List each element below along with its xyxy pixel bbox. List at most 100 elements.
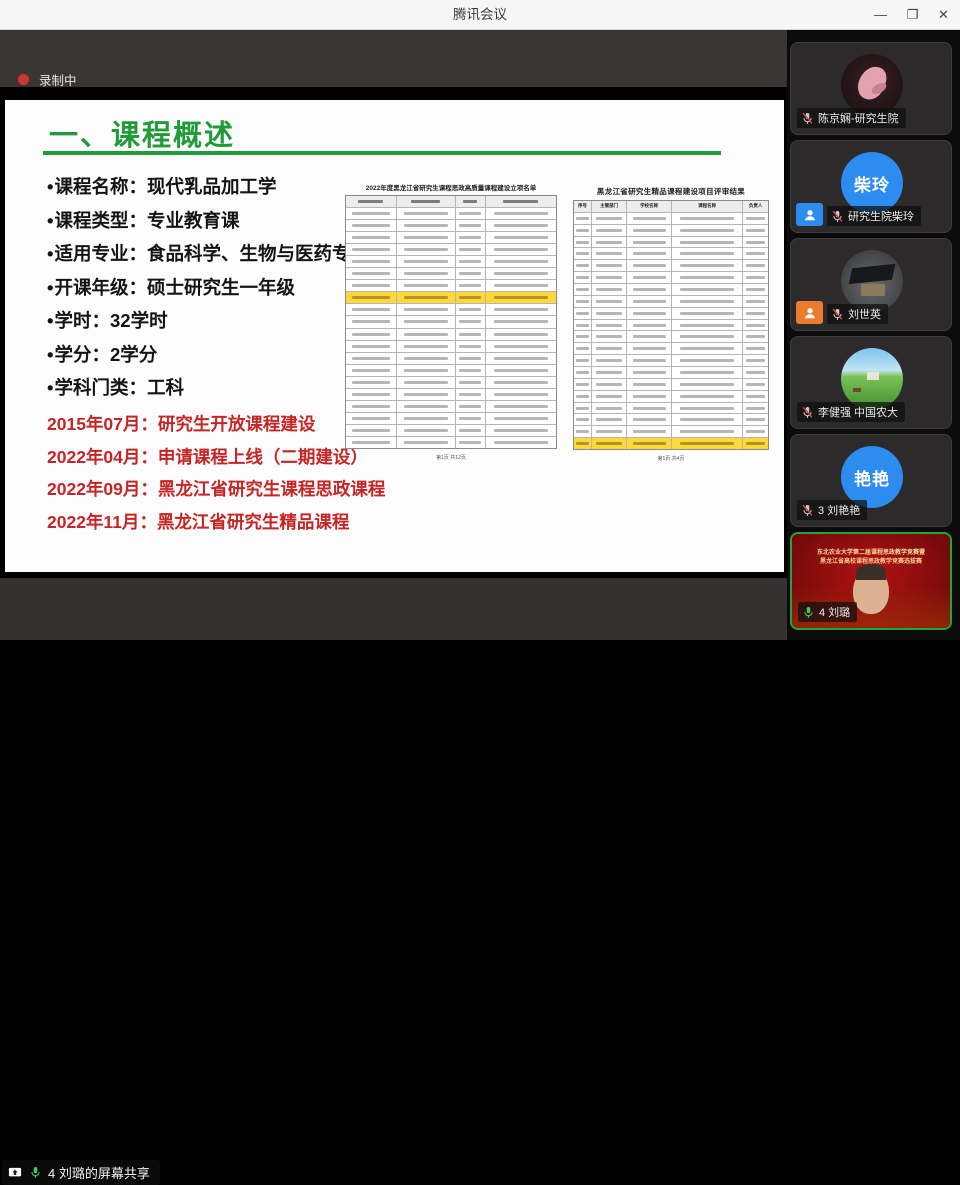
table-row — [346, 243, 556, 255]
table-cell — [485, 256, 556, 267]
table-cell — [396, 220, 455, 231]
table-cell — [626, 414, 671, 425]
document-table-grid — [345, 195, 557, 449]
document-table-grid: 序号主管部门学校名称课程名称负责人 — [573, 200, 769, 450]
table-cell — [574, 414, 591, 425]
table-cell — [574, 284, 591, 295]
table-cell — [626, 284, 671, 295]
table-cell — [346, 401, 396, 412]
participant-tile[interactable]: 艳艳 3 刘艳艳 — [790, 434, 952, 527]
table-cell — [574, 308, 591, 319]
table-row — [574, 390, 768, 402]
table-cell — [574, 296, 591, 307]
close-button[interactable]: ✕ — [928, 0, 959, 29]
table-cell — [671, 260, 742, 271]
heading-underline — [43, 151, 721, 155]
table-cell — [574, 213, 591, 224]
table-cell — [742, 367, 768, 378]
participant-tile[interactable]: 柴玲 研究生院柴玲 — [790, 140, 952, 233]
table-cell — [485, 329, 556, 340]
participant-tile-active-speaker[interactable]: 东北农业大学第二届课程思政教学竞赛暨 黑龙江省高校课程思政教学竞赛选拔赛 4 刘… — [790, 532, 952, 630]
table-cell — [671, 213, 742, 224]
participant-nametag: 李健强 中国农大 — [797, 402, 905, 422]
muted-mic-icon — [801, 406, 814, 419]
table-cell — [671, 331, 742, 342]
table-cell — [346, 425, 396, 436]
table-cell — [346, 316, 396, 327]
table-cell — [591, 296, 626, 307]
table-cell — [485, 304, 556, 315]
table-cell — [346, 341, 396, 352]
table-cell — [396, 425, 455, 436]
minimize-button[interactable]: — — [865, 0, 896, 29]
screen-share-banner[interactable]: 4 刘璐的屏幕共享 — [2, 1160, 160, 1185]
table-cell — [671, 391, 742, 402]
participant-name: 李健强 中国农大 — [818, 404, 898, 420]
muted-mic-icon — [831, 210, 844, 223]
table-cell — [626, 260, 671, 271]
table-cell — [591, 403, 626, 414]
table-header-cell — [396, 196, 455, 207]
active-mic-icon — [29, 1166, 42, 1179]
table-cell — [591, 213, 626, 224]
table-cell — [574, 367, 591, 378]
table-cell — [485, 413, 556, 424]
participant-tile[interactable]: 刘世英 — [790, 238, 952, 331]
table-cell — [455, 256, 485, 267]
recording-indicator[interactable]: 录制中 — [18, 70, 77, 89]
table-row — [346, 412, 556, 424]
table-cell — [671, 403, 742, 414]
table-cell — [626, 248, 671, 259]
avatar — [841, 348, 903, 410]
table-row — [346, 388, 556, 400]
table-row — [346, 328, 556, 340]
table-row — [574, 319, 768, 331]
table-row — [346, 352, 556, 364]
table-cell — [346, 389, 396, 400]
participant-nametag: 3 刘艳艳 — [797, 500, 867, 520]
table-cell — [574, 237, 591, 248]
table-cell — [455, 292, 485, 303]
table-cell — [396, 268, 455, 279]
participant-nametag: 刘世英 — [827, 304, 888, 324]
table-cell — [485, 341, 556, 352]
table-cell — [591, 284, 626, 295]
table-header-cell: 学校名称 — [626, 201, 671, 212]
table-cell — [671, 438, 742, 449]
table-header-cell — [455, 196, 485, 207]
table-row — [346, 196, 556, 207]
table-cell — [742, 284, 768, 295]
participant-tile[interactable]: 李健强 中国农大 — [790, 336, 952, 429]
table-cell — [574, 225, 591, 236]
table-cell — [626, 367, 671, 378]
table-cell — [455, 425, 485, 436]
table-cell — [455, 244, 485, 255]
window-title: 腾讯会议 — [0, 0, 960, 30]
table-cell — [626, 320, 671, 331]
maximize-button[interactable]: ❐ — [897, 0, 928, 29]
table-row — [574, 224, 768, 236]
table-cell — [455, 413, 485, 424]
table-cell — [396, 256, 455, 267]
document-page-footer: 第1页 共12页 — [345, 454, 557, 461]
screen-share-label: 4 刘璐的屏幕共享 — [48, 1163, 150, 1182]
table-cell — [485, 292, 556, 303]
table-cell — [455, 208, 485, 219]
table-cell — [671, 379, 742, 390]
table-cell — [485, 377, 556, 388]
table-cell — [591, 426, 626, 437]
table-cell — [626, 225, 671, 236]
table-cell — [396, 353, 455, 364]
table-cell — [591, 308, 626, 319]
participant-tile[interactable]: 陈京娴-研究生院 — [790, 42, 952, 135]
screen-share-icon — [7, 1166, 23, 1180]
participant-name: 陈京娴-研究生院 — [818, 110, 899, 126]
table-cell — [485, 232, 556, 243]
participant-nametag: 4 刘璐 — [798, 602, 857, 622]
table-row — [346, 315, 556, 327]
table-row — [346, 424, 556, 436]
milestone-item: 2022年04月申请课程上线（二期建设） — [47, 441, 377, 474]
table-cell — [574, 426, 591, 437]
table-header-cell: 主管部门 — [591, 201, 626, 212]
table-cell — [671, 426, 742, 437]
